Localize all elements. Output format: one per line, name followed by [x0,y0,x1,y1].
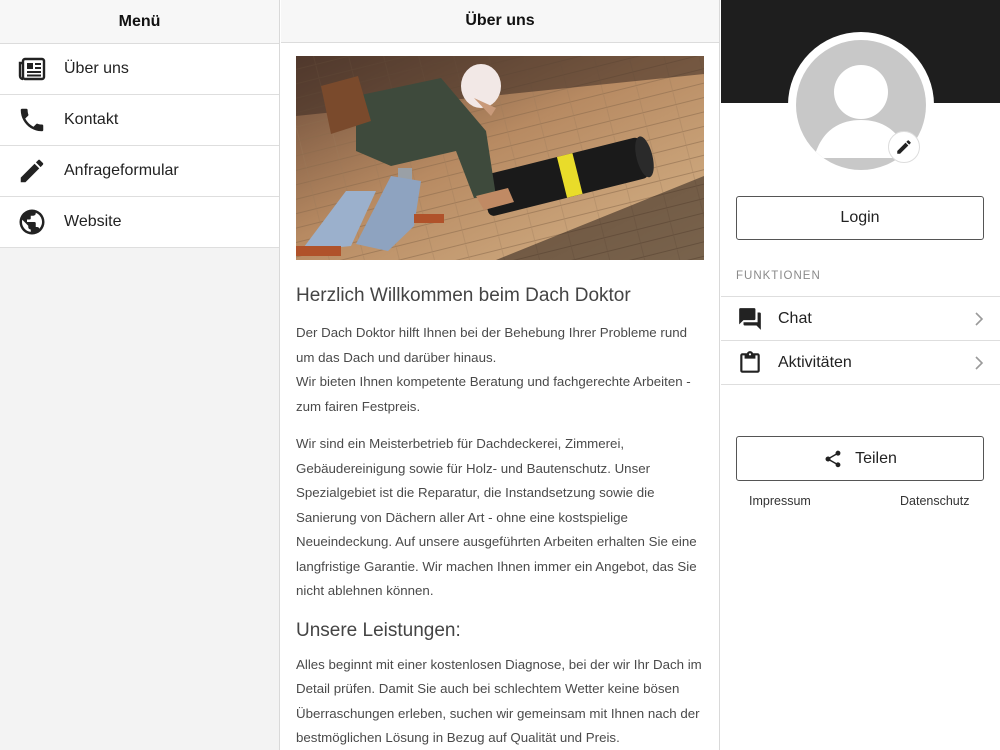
menu-title: Menü [0,0,279,44]
intro-line-1: Der Dach Doktor hilft Ihnen bei der Behe… [296,325,687,365]
company-paragraph: Wir sind ein Meisterbetrieb für Dachdeck… [296,436,697,598]
share-button-label: Teilen [855,449,897,467]
menu-item-label: Anfrageformular [64,162,179,179]
function-item-label: Chat [778,309,812,327]
share-icon [825,450,841,467]
menu-item-label: Website [64,213,122,230]
menu-item-label: Über uns [64,60,129,77]
chat-icon [721,306,778,332]
content-panel: Über uns Herzlich Willkommen beim Dach D… [281,0,720,750]
page-title: Über uns [281,0,719,43]
menu-item-kontakt[interactable]: Kontakt [0,95,279,146]
chevron-right-icon [975,356,984,370]
services-paragraph: Alles beginnt mit einer kostenlosen Diag… [296,656,702,746]
clipboard-icon [721,350,778,376]
hero-image [296,56,704,260]
datenschutz-link[interactable]: Datenschutz [900,494,969,508]
globe-icon [0,207,64,237]
content-text: Herzlich Willkommen beim Dach Doktor Der… [296,282,704,750]
menu-item-ueber-uns[interactable]: Über uns [0,44,279,95]
pencil-icon [0,156,64,186]
menu-item-label: Kontakt [64,111,119,128]
menu-panel: Menü Über uns Kontakt Anfrageformular We… [0,0,280,750]
profile-panel: Login FUNKTIONEN Chat Aktivitäten Teilen… [721,0,1000,750]
edit-avatar-button[interactable] [888,131,920,163]
function-item-aktivitaeten[interactable]: Aktivitäten [721,341,1000,385]
menu-item-website[interactable]: Website [0,197,279,248]
functions-list: Chat Aktivitäten [721,296,1000,385]
intro-line-2: Wir bieten Ihnen kompetente Beratung und… [296,374,691,414]
phone-icon [0,105,64,135]
menu-item-anfrageformular[interactable]: Anfrageformular [0,146,279,197]
function-item-chat[interactable]: Chat [721,297,1000,341]
pencil-icon [897,140,911,154]
login-button[interactable]: Login [736,196,984,240]
intro-paragraph: Der Dach Doktor hilft Ihnen bei der Behe… [296,321,704,419]
chevron-right-icon [975,312,984,326]
services-heading: Unsere Leistungen: [296,619,461,641]
impressum-link[interactable]: Impressum [749,494,811,508]
functions-section-label: FUNKTIONEN [736,270,821,282]
welcome-heading: Herzlich Willkommen beim Dach Doktor [296,285,631,306]
share-button[interactable]: Teilen [736,436,984,481]
function-item-label: Aktivitäten [778,353,852,371]
newspaper-icon [0,54,64,84]
